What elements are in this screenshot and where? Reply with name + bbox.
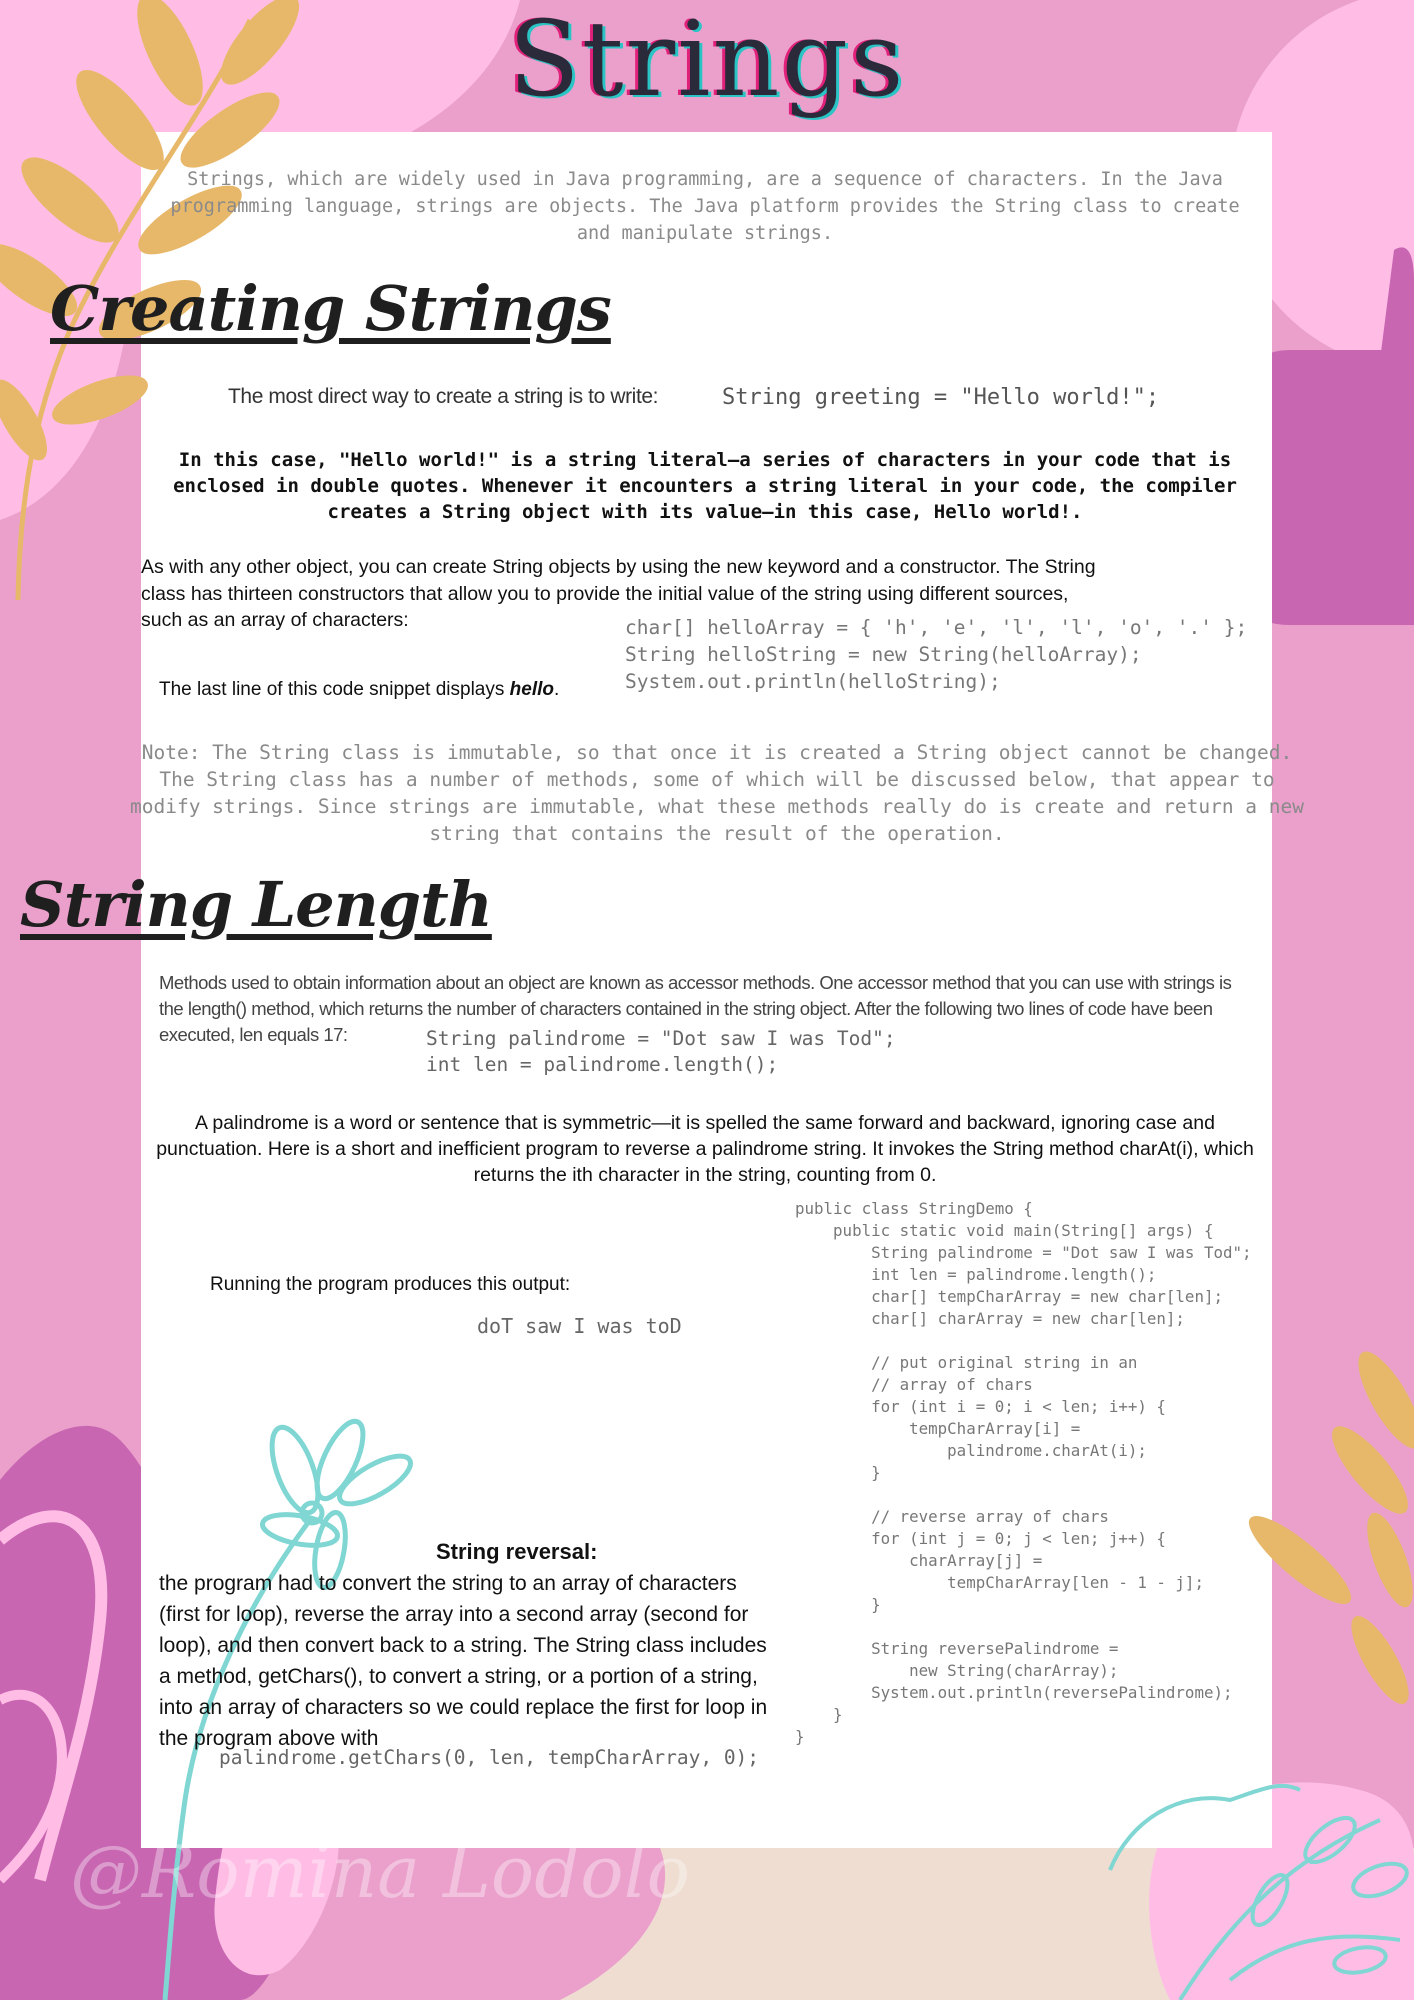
string-reversal-text: the program had to convert the string to…	[159, 1572, 768, 1750]
code-greeting: String greeting = "Hello world!";	[722, 385, 1160, 410]
code-hello-array: char[] helloArray = { 'h', 'e', 'l', 'l'…	[625, 616, 1248, 693]
heading-creating-strings: Creating Strings	[50, 272, 612, 345]
last-line-prefix: The last line of this code snippet displ…	[159, 679, 510, 700]
immutable-note: Note: The String class is immutable, so …	[130, 741, 1304, 845]
running-output-text: Running the program produces this output…	[210, 1274, 571, 1295]
last-line-text: The last line of this code snippet displ…	[159, 679, 559, 701]
heading-string-length: String Length	[20, 868, 493, 941]
create-lead-text: The most direct way to create a string i…	[228, 385, 659, 408]
code-string-demo: public class StringDemo { public static …	[795, 1199, 1252, 1746]
code-palindrome: String palindrome = "Dot saw I was Tod";…	[426, 1027, 896, 1076]
last-line-suffix: .	[553, 679, 560, 700]
page-title: Strings	[508, 0, 906, 120]
last-line-emphasis: hello	[509, 679, 554, 700]
watermark: @Romina Lodolo	[70, 1830, 691, 1914]
string-reversal-title: String reversal:	[436, 1539, 598, 1564]
string-literal-text: In this case, "Hello world!" is a string…	[173, 449, 1237, 523]
intro-text: Strings, which are widely used in Java p…	[170, 169, 1240, 244]
program-output: doT saw I was toD	[477, 1314, 682, 1338]
palindrome-text: A palindrome is a word or sentence that …	[156, 1112, 1254, 1186]
code-getchars: palindrome.getChars(0, len, tempCharArra…	[219, 1746, 760, 1769]
